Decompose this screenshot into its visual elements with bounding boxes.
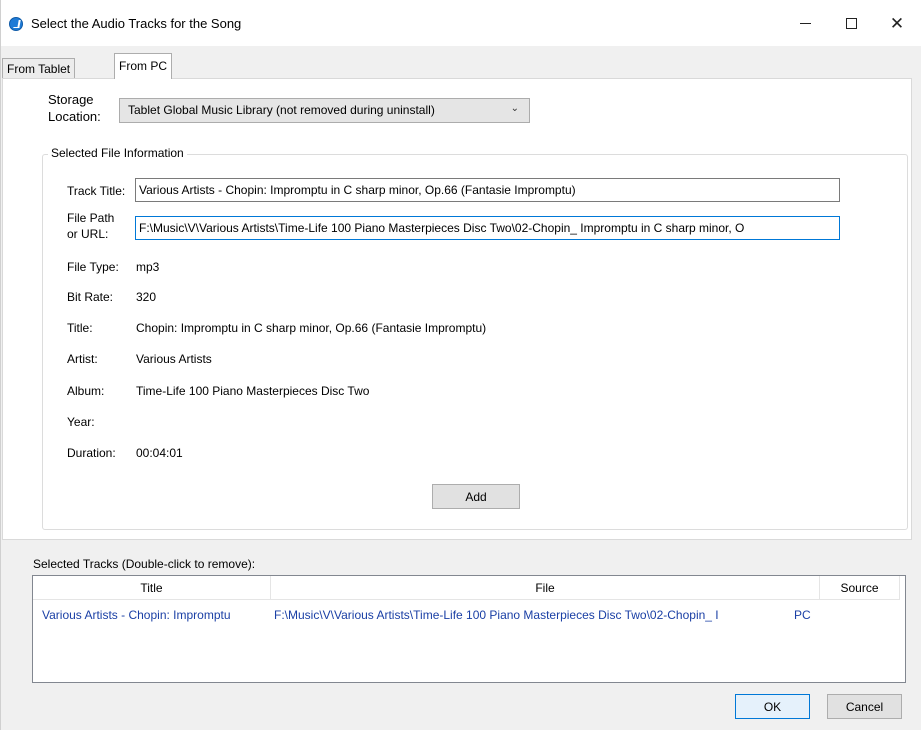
artist-value: Various Artists xyxy=(136,352,212,366)
duration-value: 00:04:01 xyxy=(136,446,183,460)
file-type-value: mp3 xyxy=(136,260,160,274)
artist-label: Artist: xyxy=(67,352,98,366)
file-info-group-title: Selected File Information xyxy=(48,146,187,160)
maximize-icon xyxy=(845,17,857,29)
column-header-file[interactable]: File xyxy=(271,576,820,600)
close-button[interactable]: ✕ xyxy=(874,0,920,46)
row-file-cell: F:\Music\V\Various Artists\Time-Life 100… xyxy=(274,608,719,622)
album-label: Album: xyxy=(67,384,105,398)
track-title-input[interactable]: Various Artists - Chopin: Impromptu in C… xyxy=(135,178,840,202)
row-title-cell: Various Artists - Chopin: Impromptu xyxy=(42,608,231,622)
minimize-button[interactable] xyxy=(782,0,828,46)
storage-location-label: Storage Location: xyxy=(48,92,101,124)
close-icon: ✕ xyxy=(889,13,905,33)
title-bar[interactable]: Select the Audio Tracks for the Song ✕ xyxy=(1,0,921,46)
column-header-title[interactable]: Title xyxy=(33,576,271,600)
add-button[interactable]: Add xyxy=(432,484,520,509)
maximize-button[interactable] xyxy=(828,0,874,46)
title-value: Chopin: Impromptu in C sharp minor, Op.6… xyxy=(136,321,487,335)
storage-location-select[interactable]: Tablet Global Music Library (not removed… xyxy=(119,98,530,123)
cancel-button[interactable]: Cancel xyxy=(827,694,902,719)
track-title-label: Track Title: xyxy=(67,184,126,198)
add-button-label: Add xyxy=(465,489,487,504)
album-value: Time-Life 100 Piano Masterpieces Disc Tw… xyxy=(136,384,370,398)
title-label: Title: xyxy=(67,321,93,335)
storage-location-value: Tablet Global Music Library (not removed… xyxy=(128,103,435,117)
selected-tracks-label: Selected Tracks (Double-click to remove)… xyxy=(33,557,256,571)
year-label: Year: xyxy=(67,415,95,429)
file-path-value: F:\Music\V\Various Artists\Time-Life 100… xyxy=(139,221,745,235)
tab-from-tablet[interactable]: From Tablet xyxy=(2,58,76,78)
bit-rate-value: 320 xyxy=(136,290,157,304)
duration-label: Duration: xyxy=(67,446,116,460)
tab-label: From Tablet xyxy=(7,62,71,76)
ok-button[interactable]: OK xyxy=(735,694,810,719)
app-icon xyxy=(9,17,23,31)
column-header-source[interactable]: Source xyxy=(820,576,900,600)
file-path-input[interactable]: F:\Music\V\Various Artists\Time-Life 100… xyxy=(135,216,840,240)
track-title-value: Various Artists - Chopin: Impromptu in C… xyxy=(139,183,576,197)
tab-label: From PC xyxy=(119,59,167,73)
bit-rate-label: Bit Rate: xyxy=(67,290,114,304)
ok-button-label: OK xyxy=(763,699,782,714)
minimize-icon xyxy=(799,22,811,24)
dialog-window: Select the Audio Tracks for the Song ✕ F… xyxy=(0,0,921,730)
row-source-cell: PC xyxy=(794,608,811,622)
cancel-button-label: Cancel xyxy=(845,699,884,714)
chevron-down-icon: ⌄ xyxy=(510,103,519,114)
window-title: Select the Audio Tracks for the Song xyxy=(31,16,242,31)
file-type-label: File Type: xyxy=(67,260,119,274)
file-info-group xyxy=(42,154,908,530)
tab-from-pc[interactable]: From PC xyxy=(114,53,172,79)
selected-tracks-list[interactable]: Title File Source Various Artists - Chop… xyxy=(32,575,906,683)
file-path-label: File Path or URL: xyxy=(67,211,115,241)
